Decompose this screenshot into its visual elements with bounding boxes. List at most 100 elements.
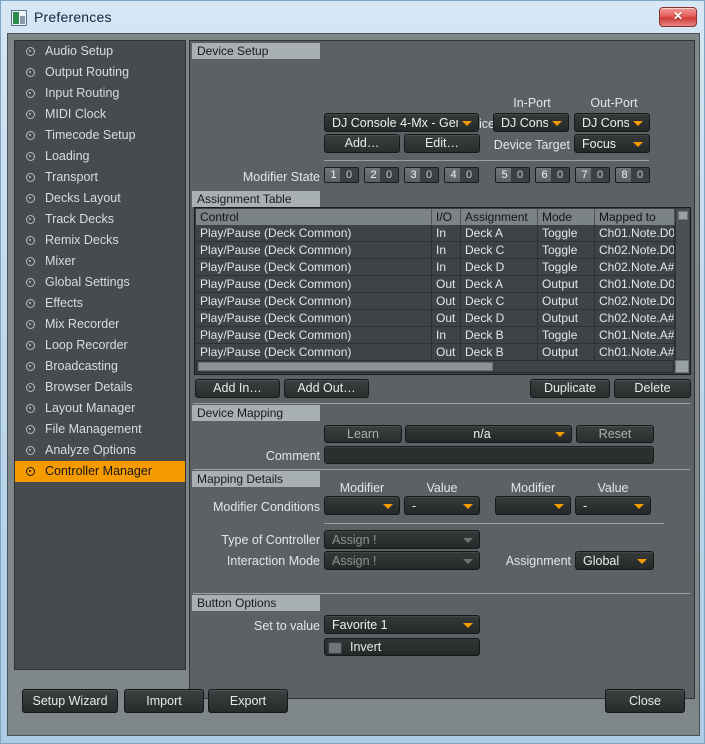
modifier-1-select[interactable] bbox=[324, 496, 400, 515]
bullet-icon bbox=[26, 173, 35, 182]
device-target-value: Focus bbox=[582, 135, 629, 153]
cell-mode: Output bbox=[538, 344, 595, 360]
device-select[interactable]: DJ Console 4-Mx - Gen bbox=[324, 113, 479, 132]
sidebar-item-file-management[interactable]: File Management bbox=[15, 419, 185, 440]
sidebar-item-audio-setup[interactable]: Audio Setup bbox=[15, 41, 185, 62]
chevron-down-icon bbox=[463, 504, 473, 509]
add-device-button[interactable]: Add… bbox=[324, 134, 400, 153]
assignment-table[interactable]: ControlI/OAssignmentModeMapped to Play/P… bbox=[194, 207, 691, 375]
close-dialog-button[interactable]: Close bbox=[605, 689, 685, 713]
reset-button[interactable]: Reset bbox=[576, 425, 654, 443]
sidebar-item-label: Output Routing bbox=[45, 65, 129, 79]
learn-button[interactable]: Learn bbox=[324, 425, 402, 443]
sidebar-item-decks-layout[interactable]: Decks Layout bbox=[15, 188, 185, 209]
assignment-select[interactable]: Global bbox=[575, 551, 654, 570]
modifier-state-2[interactable]: 20 bbox=[364, 167, 399, 183]
table-vertical-scrollbar[interactable] bbox=[675, 209, 689, 359]
sidebar-item-loop-recorder[interactable]: Loop Recorder bbox=[15, 335, 185, 356]
column-header-mapped-to[interactable]: Mapped to bbox=[595, 209, 675, 225]
type-of-controller-select[interactable]: Assign ! bbox=[324, 530, 480, 549]
sidebar-item-transport[interactable]: Transport bbox=[15, 167, 185, 188]
device-target-label: Device Target bbox=[470, 138, 570, 152]
sidebar-item-effects[interactable]: Effects bbox=[15, 293, 185, 314]
table-horizontal-scrollbar[interactable] bbox=[196, 360, 674, 373]
out-port-select[interactable]: DJ Consc bbox=[574, 113, 650, 132]
sidebar-item-midi-clock[interactable]: MIDI Clock bbox=[15, 104, 185, 125]
table-row[interactable]: Play/Pause (Deck Common)InDeck CToggleCh… bbox=[196, 242, 689, 259]
type-of-controller-value: Assign ! bbox=[332, 531, 459, 549]
bullet-icon bbox=[26, 152, 35, 161]
sidebar-item-label: Remix Decks bbox=[45, 233, 119, 247]
sidebar-item-input-routing[interactable]: Input Routing bbox=[15, 83, 185, 104]
modifier-2-select[interactable] bbox=[495, 496, 571, 515]
table-row[interactable]: Play/Pause (Deck Common)InDeck DToggleCh… bbox=[196, 259, 689, 276]
export-button[interactable]: Export bbox=[208, 689, 288, 713]
sidebar-item-loading[interactable]: Loading bbox=[15, 146, 185, 167]
sidebar-item-layout-manager[interactable]: Layout Manager bbox=[15, 398, 185, 419]
edit-device-button[interactable]: Edit… bbox=[404, 134, 480, 153]
cell-assignment: Deck A bbox=[461, 225, 538, 241]
column-header-io[interactable]: I/O bbox=[432, 209, 461, 225]
modifier-value: 0 bbox=[420, 168, 438, 182]
client-area: Audio Setup Output Routing Input RoutingMI… bbox=[7, 33, 700, 736]
table-row[interactable]: Play/Pause (Deck Common)OutDeck AOutputC… bbox=[196, 276, 689, 293]
sidebar-item-browser-details[interactable]: Browser Details bbox=[15, 377, 185, 398]
modifier-state-6[interactable]: 60 bbox=[535, 167, 570, 183]
cell-io: Out bbox=[432, 310, 461, 326]
table-row[interactable]: Play/Pause (Deck Common)OutDeck BOutputC… bbox=[196, 344, 689, 360]
table-row[interactable]: Play/Pause (Deck Common)InDeck BToggleCh… bbox=[196, 327, 689, 344]
window-close-button[interactable]: ✕ bbox=[659, 7, 697, 27]
table-vertical-scroll-thumb[interactable] bbox=[678, 211, 688, 220]
modifier-state-7[interactable]: 70 bbox=[575, 167, 610, 183]
cell-mode: Toggle bbox=[538, 327, 595, 343]
modifier-state-1[interactable]: 10 bbox=[324, 167, 359, 183]
cell-control: Play/Pause (Deck Common) bbox=[196, 310, 432, 326]
device-mapping-select[interactable]: n/a bbox=[405, 425, 572, 443]
import-button[interactable]: Import bbox=[124, 689, 204, 713]
table-row[interactable]: Play/Pause (Deck Common)OutDeck COutputC… bbox=[196, 293, 689, 310]
table-row[interactable]: Play/Pause (Deck Common)OutDeck DOutputC… bbox=[196, 310, 689, 327]
add-in-button[interactable]: Add In… bbox=[195, 379, 280, 398]
in-port-select[interactable]: DJ Consc bbox=[493, 113, 569, 132]
sidebar-item-label: Effects bbox=[45, 296, 83, 310]
cell-mode: Output bbox=[538, 293, 595, 309]
assignment-table-body[interactable]: Play/Pause (Deck Common)InDeck AToggleCh… bbox=[196, 225, 689, 360]
modifier-state-4[interactable]: 40 bbox=[444, 167, 479, 183]
delete-button[interactable]: Delete bbox=[614, 379, 691, 398]
in-port-label: In-Port bbox=[492, 96, 572, 110]
sidebar-item-global-settings[interactable]: Global Settings bbox=[15, 272, 185, 293]
sidebar-item-track-decks[interactable]: Track Decks bbox=[15, 209, 185, 230]
sidebar-item-timecode-setup[interactable]: Timecode Setup bbox=[15, 125, 185, 146]
sidebar-item-mix-recorder[interactable]: Mix Recorder bbox=[15, 314, 185, 335]
sidebar-item-controller-manager[interactable]: Controller Manager bbox=[15, 461, 185, 482]
device-target-select[interactable]: Focus bbox=[574, 134, 650, 153]
duplicate-button[interactable]: Duplicate bbox=[530, 379, 610, 398]
table-row[interactable]: Play/Pause (Deck Common)InDeck AToggleCh… bbox=[196, 225, 689, 242]
sidebar-item-analyze-options[interactable]: Analyze Options bbox=[15, 440, 185, 461]
value-2-select[interactable]: - bbox=[575, 496, 651, 515]
setup-wizard-button[interactable]: Setup Wizard bbox=[22, 689, 118, 713]
value-1-select[interactable]: - bbox=[404, 496, 480, 515]
value-2-value: - bbox=[583, 497, 630, 515]
sidebar-item-label: Layout Manager bbox=[45, 401, 135, 415]
sidebar-item-broadcasting[interactable]: Broadcasting bbox=[15, 356, 185, 377]
chevron-down-icon bbox=[383, 504, 393, 509]
sidebar-item-mixer[interactable]: Mixer bbox=[15, 251, 185, 272]
column-header-control[interactable]: Control bbox=[196, 209, 432, 225]
sidebar-item-output-routing[interactable]: Output Routing bbox=[15, 62, 185, 83]
modifier-state-5[interactable]: 50 bbox=[495, 167, 530, 183]
modifier-value: 0 bbox=[340, 168, 358, 182]
chevron-down-icon bbox=[637, 559, 647, 564]
table-horizontal-scroll-thumb[interactable] bbox=[198, 362, 493, 371]
column-header-mode[interactable]: Mode bbox=[538, 209, 595, 225]
modifier-value: 0 bbox=[631, 168, 649, 182]
column-header-assignment[interactable]: Assignment bbox=[461, 209, 538, 225]
sidebar-item-remix-decks[interactable]: Remix Decks bbox=[15, 230, 185, 251]
set-to-value-select[interactable]: Favorite 1 bbox=[324, 615, 480, 634]
comment-input[interactable] bbox=[324, 446, 654, 464]
interaction-mode-select[interactable]: Assign ! bbox=[324, 551, 480, 570]
add-out-button[interactable]: Add Out… bbox=[284, 379, 369, 398]
modifier-state-3[interactable]: 30 bbox=[404, 167, 439, 183]
invert-checkbox[interactable]: Invert bbox=[324, 638, 480, 656]
modifier-state-8[interactable]: 80 bbox=[615, 167, 650, 183]
